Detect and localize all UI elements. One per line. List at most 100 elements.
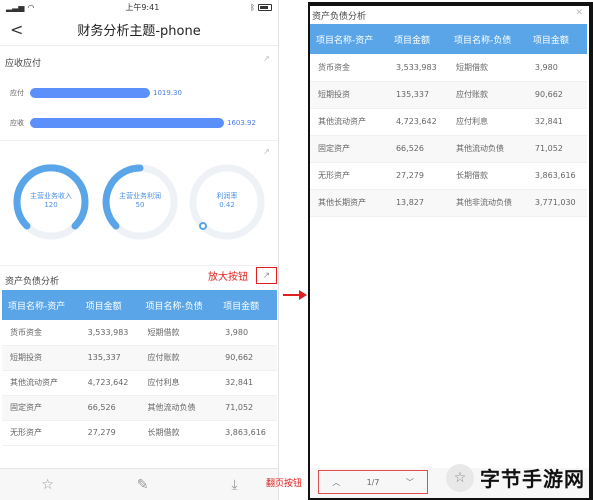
table-row: 固定资产 66,526 其他流动负债 71,052: [310, 135, 587, 163]
bar-payable: [30, 88, 150, 98]
table-cell: 4,723,642: [387, 108, 449, 136]
nav-bar: < 财务分析主题-phone: [0, 14, 278, 46]
column-header: 项目金额: [387, 24, 449, 54]
status-bar: ▂▃▅ ◠ 上午9:41 ᛒ: [0, 0, 278, 14]
table-cell: 应付账款: [139, 345, 218, 371]
page-indicator: 1/7: [366, 477, 380, 487]
table-cell: 3,980: [217, 320, 277, 346]
table-cell: 固定资产: [310, 135, 388, 163]
bottom-toolbar: ☆ ✎ ⤓: [0, 468, 278, 500]
column-header: 项目名称-负债: [139, 290, 218, 320]
arrow-icon: [283, 290, 307, 300]
bar-row-receivable: 应收 1603.92: [10, 118, 256, 128]
table-cell: 32,841: [217, 370, 277, 396]
expand-icon[interactable]: ↗: [263, 147, 270, 156]
table-cell: 应付账款: [448, 81, 527, 109]
bar-value: 1603.92: [227, 119, 256, 127]
table-row: 其他流动资产 4,723,642 应付利息 32,841: [310, 108, 587, 136]
gauge-value: 50: [135, 201, 145, 209]
table-cell: 无形资产: [2, 420, 80, 446]
close-icon[interactable]: ✕: [575, 8, 583, 18]
chevron-down-icon[interactable]: ﹀: [406, 477, 414, 488]
bar-label: 应收: [10, 119, 24, 127]
download-icon[interactable]: ⤓: [231, 477, 237, 493]
table-cell: 90,662: [217, 345, 277, 371]
receivable-panel: 应收应付 ↗ 应付 1019.30 应收 1603.92: [0, 46, 278, 141]
bar-value: 1019.30: [153, 89, 182, 97]
table-cell: 3,863,616: [217, 420, 277, 446]
table-cell: 短期借款: [448, 54, 527, 82]
table-cell: 短期借款: [139, 320, 218, 346]
table-cell: 货币资金: [2, 320, 80, 346]
table-header-row: 项目名称-资产 项目金额 项目名称-负债 项目金额: [310, 24, 587, 54]
phone-screen: ▂▃▅ ◠ 上午9:41 ᛒ < 财务分析主题-phone 应收应付 ↗ 应付 1…: [0, 0, 279, 500]
column-header: 项目名称-资产: [310, 24, 388, 54]
table-cell: 71,052: [526, 135, 587, 163]
table-cell: 其他流动资产: [310, 108, 388, 136]
receivable-title: 应收应付: [5, 59, 42, 69]
column-header: 项目金额: [217, 290, 277, 320]
signal-icon: ▂▃▅: [6, 2, 25, 12]
bluetooth-icon: ᛒ: [250, 2, 255, 12]
pager-annotation: 翻页按钮: [266, 479, 303, 489]
pencil-icon[interactable]: ✎: [137, 477, 149, 493]
table-cell: 其他非流动负债: [448, 189, 527, 217]
watermark-text: 字节手游网: [480, 467, 585, 491]
enlarge-button[interactable]: ↗: [256, 267, 277, 284]
table-cell: 货币资金: [310, 54, 388, 82]
balance-header: 资产负债分析 放大按钮 ↗: [0, 266, 278, 290]
watermark: ☆ 字节手游网: [446, 463, 585, 492]
table-cell: 66,526: [387, 135, 449, 163]
table-cell: 4,723,642: [79, 370, 140, 396]
table-cell: 71,052: [217, 395, 277, 421]
enlarge-annotation: 放大按钮: [208, 272, 248, 283]
modal-title: 资产负债分析: [312, 12, 367, 22]
table-row: 无形资产 27,279 长期借款 3,863,616: [2, 420, 277, 446]
modal-balance-table: 项目名称-资产 项目金额 项目名称-负债 项目金额 货币资金 3,533,983 短…: [310, 24, 587, 217]
table-cell: 13,827: [387, 189, 449, 217]
gauge-value: 120: [44, 201, 58, 209]
table-row: 货币资金 3,533,983 短期借款 3,980: [310, 54, 587, 82]
bar-label: 应付: [10, 89, 24, 97]
gauge-value: 0.42: [219, 201, 235, 209]
gauge-label: 主营业务利润: [119, 192, 161, 200]
pager-control[interactable]: ︿ 1/7 ﹀: [318, 470, 428, 494]
wifi-icon: ◠: [27, 2, 35, 12]
star-icon[interactable]: ☆: [41, 477, 54, 493]
table-cell: 27,279: [79, 420, 140, 446]
table-cell: 135,337: [79, 345, 140, 371]
back-icon[interactable]: <: [10, 20, 23, 39]
gauge-label: 主营业务收入: [30, 192, 72, 200]
table-cell: 其他流动资产: [2, 370, 80, 396]
table-row: 无形资产 27,279 长期借款 3,863,616: [310, 162, 587, 190]
table-cell: 3,533,983: [79, 320, 140, 346]
status-time: 上午9:41: [125, 2, 160, 12]
enlarged-modal: 资产负债分析 ✕ 项目名称-资产 项目金额 项目名称-负债 项目金额 货币资金 3…: [310, 6, 589, 468]
table-cell: 135,337: [387, 81, 449, 109]
table-cell: 3,980: [526, 54, 587, 82]
gauge-margin: 利润率 0.42: [188, 163, 266, 241]
table-cell: 27,279: [387, 162, 449, 190]
table-cell: 其他流动负债: [139, 395, 218, 421]
expand-icon[interactable]: ↗: [263, 54, 270, 63]
table-cell: 短期投资: [2, 345, 80, 371]
table-cell: 长期借款: [139, 420, 218, 446]
bar-receivable: [30, 118, 224, 128]
table-row: 其他流动资产 4,723,642 应付利息 32,841: [2, 370, 277, 396]
table-cell: 无形资产: [310, 162, 388, 190]
column-header: 项目名称-负债: [448, 24, 527, 54]
table-row: 其他长期资产 13,827 其他非流动负债 3,771,030: [310, 189, 587, 217]
table-cell: 66,526: [79, 395, 140, 421]
chevron-up-icon[interactable]: ︿: [332, 477, 340, 488]
expand-icon: ↗: [262, 270, 271, 281]
bar-row-payable: 应付 1019.30: [10, 88, 182, 98]
table-row: 固定资产 66,526 其他流动负债 71,052: [2, 395, 277, 421]
table-cell: 其他长期资产: [310, 189, 388, 217]
table-row: 货币资金 3,533,983 短期借款 3,980: [2, 320, 277, 346]
table-row: 短期投资 135,337 应付账款 90,662: [2, 345, 277, 371]
gauge-revenue: 主营业务收入 120: [12, 163, 90, 241]
balance-table: 项目名称-资产 项目金额 项目名称-负债 项目金额 货币资金 3,533,983 短…: [2, 290, 277, 446]
table-cell: 应付利息: [448, 108, 527, 136]
table-cell: 长期借款: [448, 162, 527, 190]
column-header: 项目金额: [526, 24, 587, 54]
